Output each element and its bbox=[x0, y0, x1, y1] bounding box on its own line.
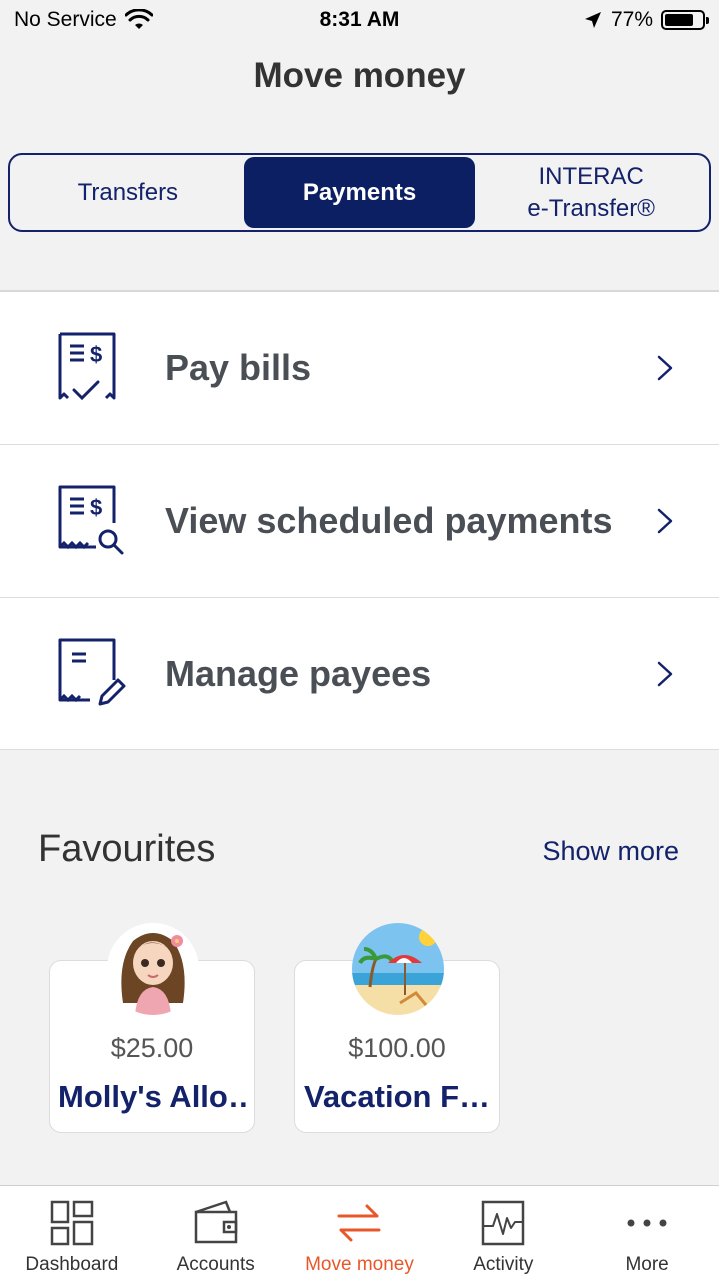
menu-label: Pay bills bbox=[165, 347, 312, 388]
beach-avatar bbox=[352, 923, 444, 1015]
svg-text:$: $ bbox=[90, 495, 102, 520]
chevron-right-icon bbox=[657, 661, 673, 686]
tab-label: Move money bbox=[305, 1254, 414, 1275]
favourite-name: Vacation F… bbox=[303, 1079, 491, 1114]
status-right: 77% bbox=[583, 8, 709, 32]
menu-row-view-scheduled-payments[interactable]: $ View scheduled payments bbox=[0, 445, 719, 598]
segment-payments[interactable]: Payments bbox=[243, 157, 476, 228]
more-dots-icon bbox=[627, 1219, 667, 1227]
battery-icon bbox=[661, 10, 709, 30]
favourite-amount: $100.00 bbox=[348, 1033, 446, 1063]
wallet-icon bbox=[194, 1200, 237, 1244]
bottom-tab-bar: Dashboard Accounts Move money Activity M… bbox=[0, 1185, 719, 1280]
bill-search-icon: $ bbox=[58, 485, 124, 555]
tab-more[interactable]: More bbox=[575, 1186, 719, 1280]
favourite-card-vacation[interactable]: $100.00 Vacation F… bbox=[294, 923, 500, 1133]
tab-accounts[interactable]: Accounts bbox=[144, 1186, 288, 1280]
menu-row-pay-bills[interactable]: $ Pay bills bbox=[0, 292, 719, 445]
battery-percent: 77% bbox=[610, 8, 653, 31]
bill-check-icon: $ bbox=[58, 332, 116, 401]
favourite-amount: $25.00 bbox=[110, 1033, 194, 1063]
bill-edit-icon bbox=[58, 638, 126, 705]
segment-label-line1: INTERAC bbox=[538, 163, 644, 191]
chevron-right-icon bbox=[657, 355, 673, 381]
tab-move-money[interactable]: Move money bbox=[288, 1186, 432, 1280]
segment-label-line2: e-Transfer® bbox=[527, 194, 655, 222]
svg-text:$: $ bbox=[90, 342, 102, 367]
activity-chart-icon bbox=[482, 1200, 525, 1246]
wifi-icon bbox=[124, 9, 153, 29]
location-arrow-icon bbox=[584, 12, 601, 28]
page-title: Move money bbox=[253, 56, 466, 95]
favourite-name: Molly's Allo… bbox=[58, 1079, 246, 1114]
segment-label: Payments bbox=[302, 178, 417, 206]
battery-level bbox=[665, 14, 693, 26]
tab-label: Activity bbox=[473, 1254, 534, 1275]
favourite-card-molly[interactable]: $25.00 Molly's Allo… bbox=[49, 923, 255, 1133]
tab-label: Dashboard bbox=[25, 1254, 119, 1275]
menu-label: Manage payees bbox=[165, 652, 432, 694]
tab-label: More bbox=[625, 1254, 669, 1275]
payments-menu: $ Pay bills $ View scheduled payments Ma… bbox=[0, 292, 719, 750]
menu-label: View scheduled payments bbox=[165, 500, 613, 541]
tab-activity[interactable]: Activity bbox=[431, 1186, 575, 1280]
status-bar: No Service 8:31 AM 77% bbox=[0, 0, 719, 40]
favourites-title: Favourites bbox=[38, 828, 216, 870]
segment-transfers[interactable]: Transfers bbox=[12, 157, 244, 228]
segmented-control: Transfers Payments INTERAC e-Transfer® bbox=[8, 153, 711, 232]
status-left: No Service bbox=[14, 8, 153, 32]
segment-label: Transfers bbox=[77, 178, 179, 206]
dashboard-icon bbox=[50, 1200, 94, 1246]
show-more-link[interactable]: Show more bbox=[542, 836, 679, 867]
transfer-arrows-icon bbox=[337, 1204, 381, 1242]
tab-label: Accounts bbox=[176, 1254, 255, 1275]
girl-avatar bbox=[107, 923, 199, 1015]
segment-interac-etransfer[interactable]: INTERAC e-Transfer® bbox=[475, 157, 707, 228]
carrier-text: No Service bbox=[14, 8, 117, 31]
menu-row-manage-payees[interactable]: Manage payees bbox=[0, 598, 719, 750]
tab-dashboard[interactable]: Dashboard bbox=[0, 1186, 144, 1280]
chevron-right-icon bbox=[657, 508, 673, 534]
